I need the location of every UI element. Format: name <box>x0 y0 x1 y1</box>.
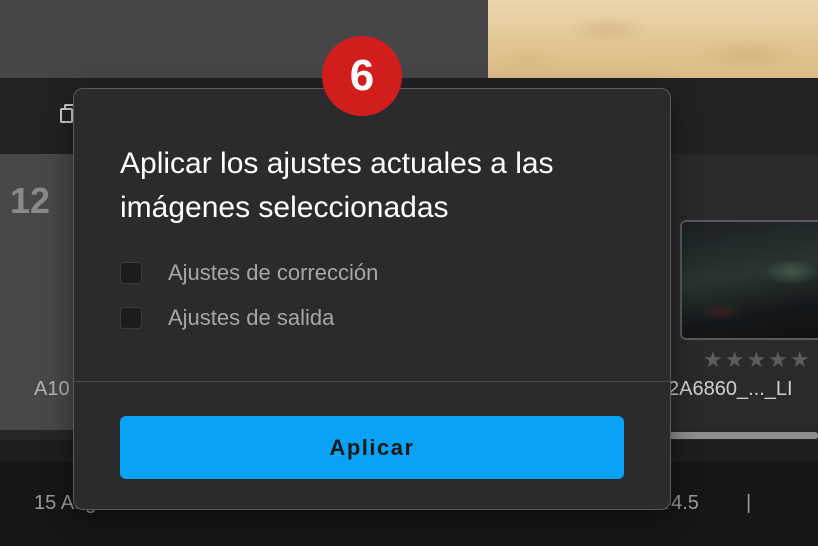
preview-photo <box>488 0 818 78</box>
thumbnail-right-filename: 2A6860_..._LI <box>668 378 793 400</box>
thumbnail-count: 12 <box>10 180 51 221</box>
divider <box>74 381 670 382</box>
copy-icon[interactable] <box>60 104 78 123</box>
option-output-settings[interactable]: Ajustes de salida <box>120 305 334 331</box>
checkbox-unchecked-icon[interactable] <box>120 307 142 329</box>
checkbox-unchecked-icon[interactable] <box>120 262 142 284</box>
dialog-title: Aplicar los ajustes actuales a las imáge… <box>120 147 554 224</box>
option-label: Ajustes de corrección <box>168 260 379 285</box>
option-correction-settings[interactable]: Ajustes de corrección <box>120 260 378 286</box>
star-rating[interactable]: ★★★★★ <box>703 347 812 373</box>
footer-separator: | <box>746 492 752 514</box>
top-left-panel <box>0 0 488 78</box>
option-label: Ajustes de salida <box>168 305 335 330</box>
step-badge: 6 <box>322 36 402 116</box>
thumbnail-left-filename: A10 <box>34 378 70 400</box>
thumbnail-right[interactable] <box>680 220 818 340</box>
apply-button[interactable]: Aplicar <box>120 416 624 479</box>
